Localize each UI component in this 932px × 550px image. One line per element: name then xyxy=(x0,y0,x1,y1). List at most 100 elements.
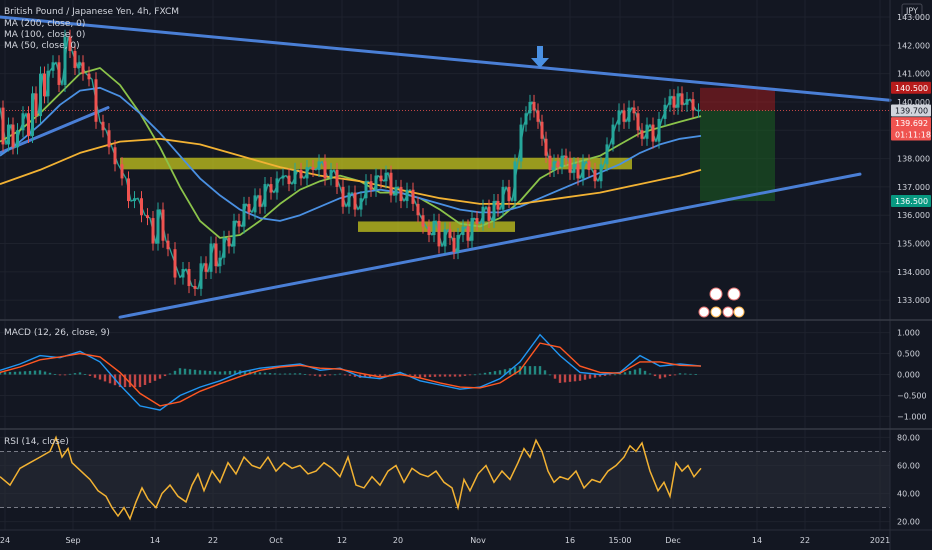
time-tick-label: 12 xyxy=(337,536,347,545)
macd-histogram-bar xyxy=(143,374,147,385)
candle-body xyxy=(443,229,447,247)
macd-histogram-bar xyxy=(183,368,187,375)
candle-body xyxy=(622,110,626,122)
price-tick-label: 136.000 xyxy=(897,211,930,220)
candle-body xyxy=(513,161,517,202)
candle-body xyxy=(448,229,452,238)
macd-histogram-bar xyxy=(694,374,697,375)
macd-histogram-bar xyxy=(684,373,687,375)
macd-histogram-bar xyxy=(498,370,502,375)
time-tick-label: 16 xyxy=(565,536,575,545)
macd-histogram-bar xyxy=(668,374,672,376)
candle-body xyxy=(427,226,431,236)
price-tick-label: 137.000 xyxy=(897,183,930,192)
time-tick-label: Oct xyxy=(269,536,283,545)
price-tick-label: 141.000 xyxy=(897,70,930,79)
legend-ma200: MA (200, close, 0) xyxy=(4,19,85,29)
macd-histogram-bar xyxy=(418,374,422,378)
candle-body xyxy=(697,110,700,112)
candle-body xyxy=(452,237,456,253)
macd-histogram-bar xyxy=(73,373,77,375)
macd-histogram-bar xyxy=(23,371,27,375)
price-tick-label: 138.000 xyxy=(897,155,930,164)
macd-histogram-bar xyxy=(63,374,67,376)
candle-body xyxy=(364,181,368,199)
candle-body xyxy=(305,167,309,179)
position-target-zone xyxy=(700,110,775,202)
macd-histogram-bar xyxy=(288,373,292,375)
price-tick-label: 143.000 xyxy=(897,13,930,22)
macd-histogram-bar xyxy=(68,373,72,375)
rsi-tick-label: 40.00 xyxy=(897,490,920,499)
candle-body xyxy=(287,175,291,185)
candle-body xyxy=(587,161,591,170)
candle-body xyxy=(232,220,236,247)
time-tick-label: 24 xyxy=(0,536,10,545)
candle-body xyxy=(507,186,511,202)
macd-histogram-bar xyxy=(533,366,537,375)
macd-histogram-bar xyxy=(558,374,562,383)
candle-body xyxy=(269,184,273,193)
candle-body xyxy=(663,104,667,119)
candle-body xyxy=(432,220,436,236)
macd-histogram-bar xyxy=(628,370,632,375)
macd-histogram-bar xyxy=(283,373,287,375)
candle-body xyxy=(657,118,661,142)
macd-histogram-bar xyxy=(13,371,17,375)
candle-body xyxy=(120,164,124,179)
candle-body xyxy=(519,124,523,162)
candle-body xyxy=(685,99,689,105)
macd-histogram-bar xyxy=(448,374,452,377)
chart-title: British Pound / Japanese Yen, 4h, FXCM xyxy=(4,7,179,17)
macd-histogram-bar xyxy=(228,370,232,375)
macd-histogram-bar xyxy=(478,373,482,375)
macd-histogram-bar xyxy=(153,374,157,381)
macd-histogram-bar xyxy=(343,374,347,376)
candle-body xyxy=(317,161,321,170)
candle-body xyxy=(411,189,415,204)
candle-body xyxy=(275,178,279,193)
candle-body xyxy=(7,124,10,145)
legend-ma100: MA (100, close, 0) xyxy=(4,30,85,40)
macd-histogram-bar xyxy=(483,372,487,375)
macd-histogram-bar xyxy=(178,368,182,375)
macd-histogram-bar xyxy=(108,374,112,384)
candle-body xyxy=(456,235,460,253)
macd-histogram-bar xyxy=(158,374,162,379)
macd-histogram-bar xyxy=(33,370,37,375)
candle-body xyxy=(46,70,50,97)
macd-histogram-bar xyxy=(318,374,322,377)
macd-histogram-bar xyxy=(689,373,692,375)
candle-body xyxy=(329,169,333,179)
price-tick-label: 135.000 xyxy=(897,240,930,249)
candle-body xyxy=(640,130,644,139)
macd-histogram-bar xyxy=(588,374,592,379)
candle-body xyxy=(384,172,388,182)
macd-histogram-bar xyxy=(273,373,277,375)
candle-body xyxy=(572,164,576,173)
macd-histogram-bar xyxy=(298,373,302,375)
macd-histogram-bar xyxy=(463,374,467,376)
time-tick-label: Nov xyxy=(470,536,486,545)
candle-body xyxy=(11,124,15,148)
candle-body xyxy=(43,73,46,97)
macd-histogram-bar xyxy=(93,374,97,378)
candle-body xyxy=(204,263,208,272)
candle-body xyxy=(501,186,505,210)
candle-body xyxy=(222,237,226,258)
candle-body xyxy=(421,215,425,227)
candle-body xyxy=(227,237,231,247)
macd-histogram-bar xyxy=(488,371,492,375)
candle-body xyxy=(556,161,560,168)
candle-body xyxy=(437,220,441,247)
candle-body xyxy=(599,164,603,182)
candle-body xyxy=(544,138,548,156)
candle-body xyxy=(676,93,680,108)
chart-canvas[interactable]: British Pound / Japanese Yen, 4h, FXCM M… xyxy=(0,0,932,550)
candle-body xyxy=(680,93,684,105)
time-tick-label: Dec xyxy=(665,536,680,545)
macd-histogram-bar xyxy=(103,374,107,382)
macd-histogram-bar xyxy=(278,373,282,375)
candle-body xyxy=(581,161,585,179)
macd-histogram-bar xyxy=(438,374,442,377)
